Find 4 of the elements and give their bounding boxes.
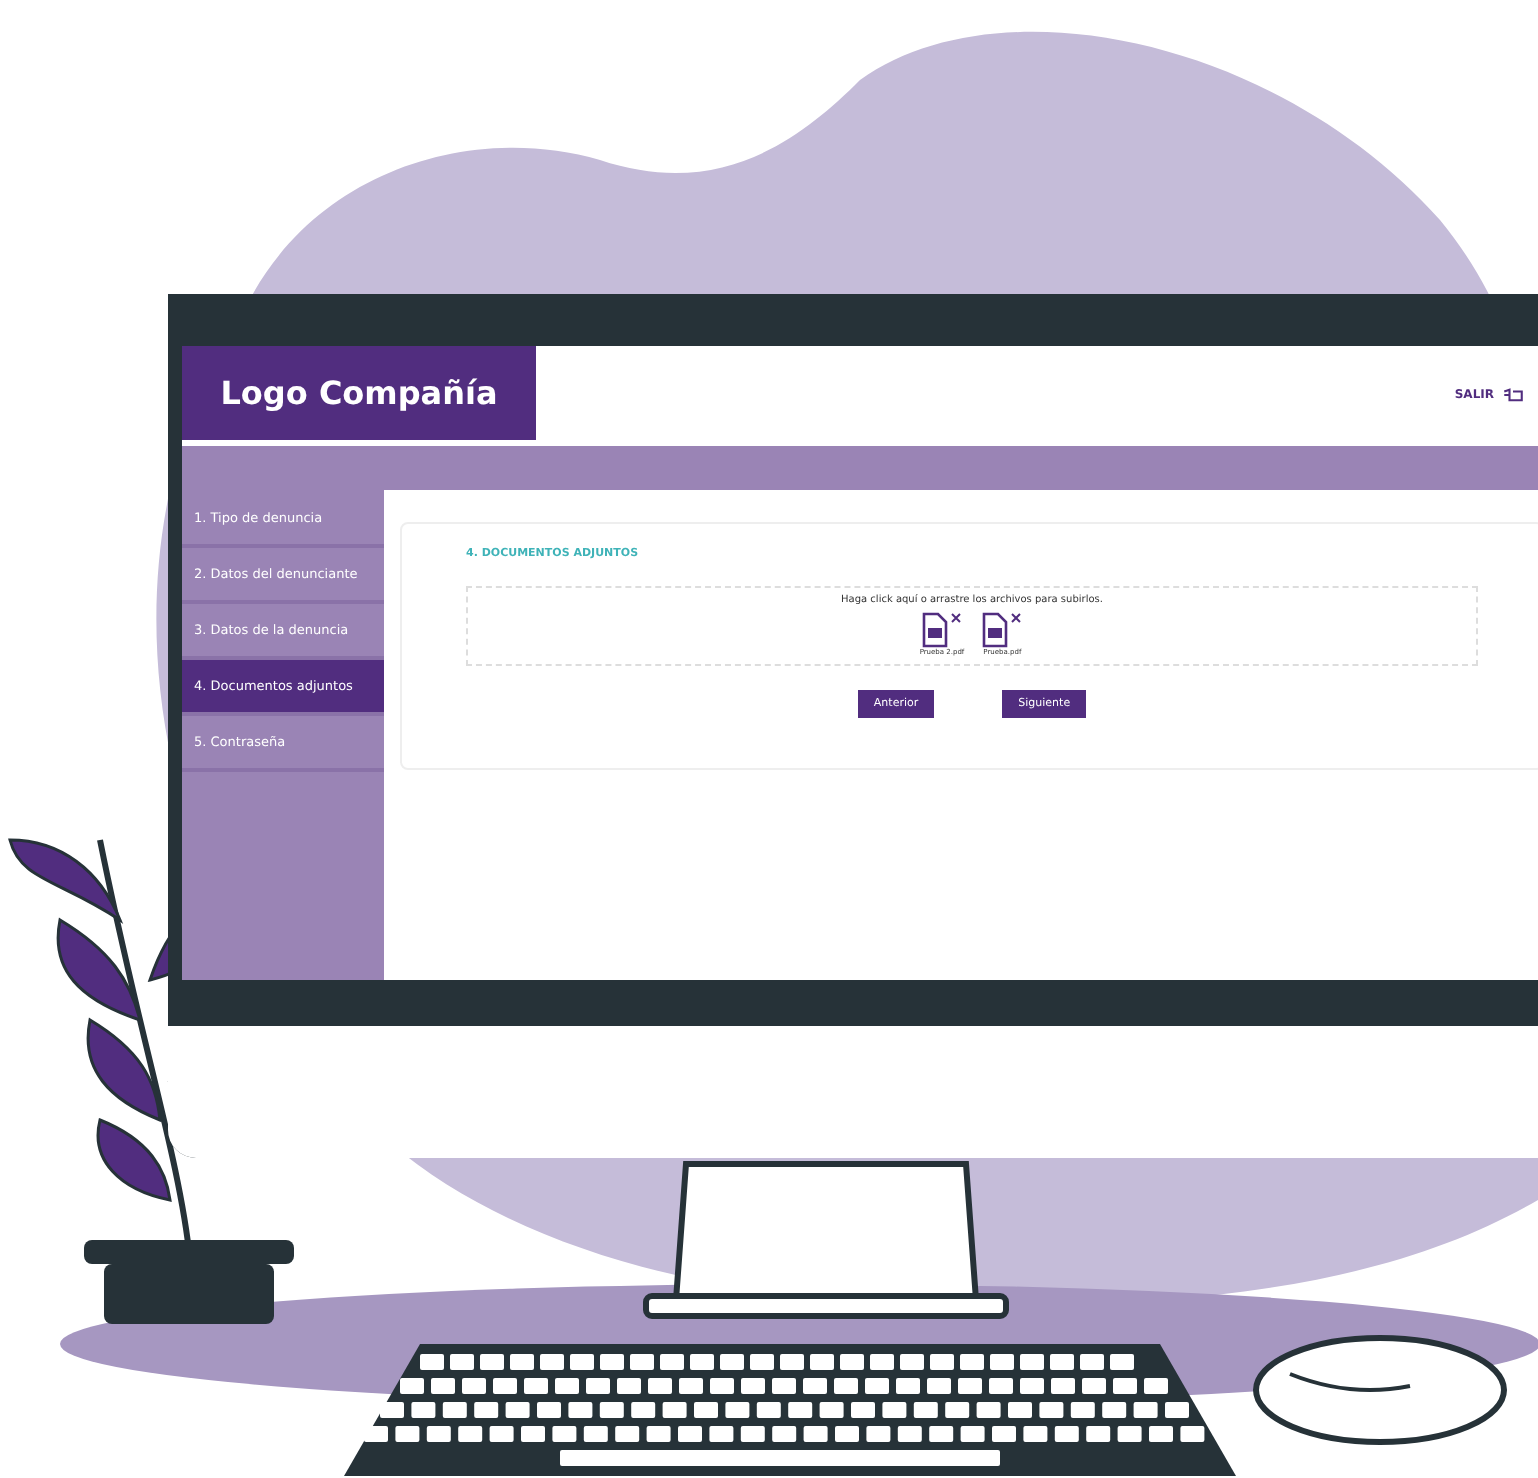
document-icon [980, 612, 1025, 648]
logout-icon [1502, 388, 1524, 402]
company-logo: Logo Compañía [182, 346, 536, 440]
document-icon [919, 612, 964, 648]
